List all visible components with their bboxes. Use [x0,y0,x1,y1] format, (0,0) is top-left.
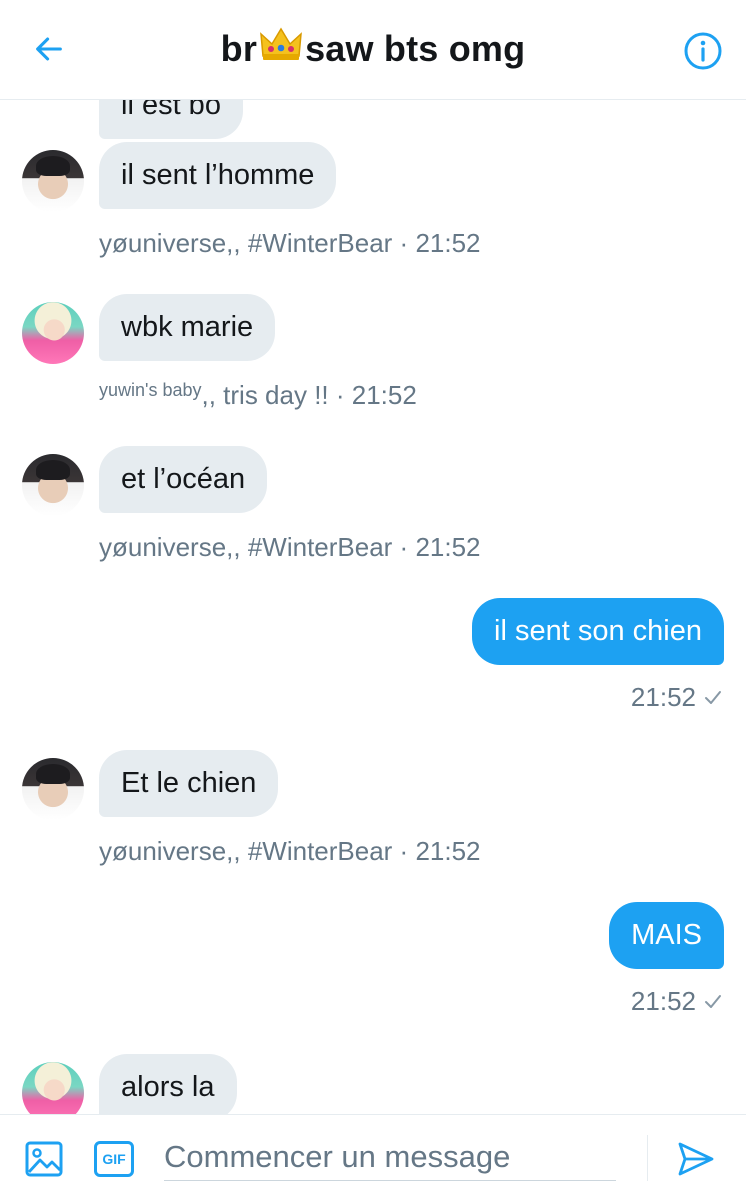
message-time: 21:52 [415,532,481,562]
avatar[interactable] [22,758,84,820]
message-meta: 21:52 [631,986,722,1017]
avatar[interactable] [22,302,84,364]
avatar[interactable] [22,150,84,212]
title-prefix: br [220,27,258,69]
crown-icon [259,26,303,71]
message-time: 21:52 [630,986,696,1016]
image-icon [25,1141,63,1177]
message-bubble[interactable]: wbk marie [99,294,276,361]
message-bubble[interactable]: Et le chien [99,750,279,817]
message-time: 21:52 [415,228,481,258]
composer-divider [647,1135,648,1181]
sender-name: yøuniverse,, #WinterBear [99,228,393,258]
meta-separator: · [392,532,416,562]
send-button[interactable] [676,1139,718,1181]
meta-separator: · [328,380,352,410]
meta-separator: · [392,228,416,258]
message-bubble[interactable]: et l’océan [99,446,268,513]
message-time: 21:52 [630,682,696,712]
avatar[interactable] [22,454,84,516]
info-icon [684,32,722,70]
message-meta: 21:52 [631,682,722,713]
message-list[interactable]: il est bo il sent l’homme yøuniverse,, #… [0,100,746,1114]
conversation-title[interactable]: br saw bts omg [0,26,746,71]
message-meta: yøuniverse,, #WinterBear · 21:52 [99,532,481,563]
message-bubble-sent[interactable]: MAIS [609,902,724,969]
conversation-header: br saw bts omg [0,0,746,100]
send-icon [678,1142,714,1176]
add-media-button[interactable] [24,1139,64,1179]
sender-name: yøuniverse,, #WinterBear [99,532,393,562]
message-meta: yøuniverse,, #WinterBear · 21:52 [99,836,481,867]
info-button[interactable] [682,30,724,72]
message-meta: yøuniverse,, #WinterBear · 21:52 [99,228,481,259]
message-bubble-sent[interactable]: il sent son chien [472,598,724,665]
message-bubble[interactable]: il sent l’homme [99,142,337,209]
sender-name: ,, tris day !! [201,380,329,410]
message-time: 21:52 [415,836,481,866]
title-suffix: saw bts omg [305,27,526,69]
message-bubble[interactable]: alors la [99,1054,237,1114]
sent-check-icon [705,690,721,704]
sender-name: yøuniverse,, #WinterBear [99,836,393,866]
message-bubble[interactable]: il est bo [99,100,243,139]
message-composer: GIF [0,1114,746,1200]
sender-name-small: yuwin's baby [99,380,202,400]
sent-check-icon [705,994,721,1008]
gif-button[interactable]: GIF [94,1141,134,1177]
message-input[interactable] [164,1133,616,1181]
message-meta: yuwin's baby,, tris day !! · 21:52 [99,380,417,411]
message-time: 21:52 [351,380,417,410]
meta-separator: · [392,836,416,866]
avatar[interactable] [22,1062,84,1114]
